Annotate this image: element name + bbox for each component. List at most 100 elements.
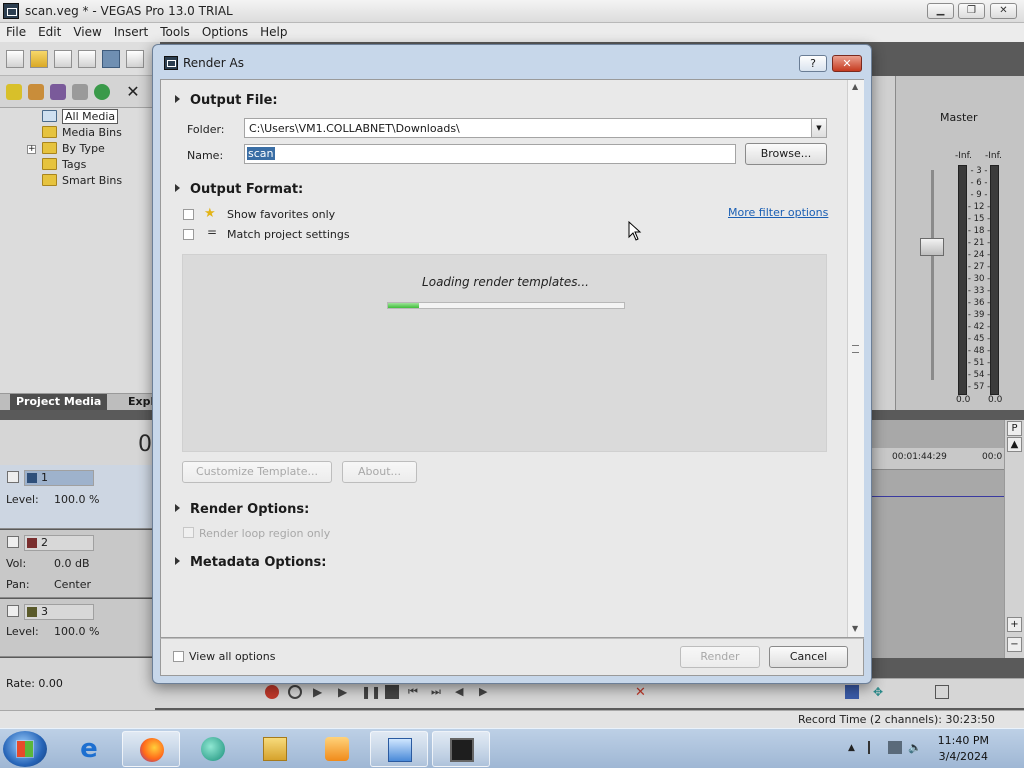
save-as-icon[interactable] (78, 50, 96, 68)
timeline-vertical-scrollbar[interactable]: P ▲ + − (1004, 420, 1024, 658)
metadata-options-section[interactable]: Metadata Options: (175, 555, 326, 570)
volume-muted-icon[interactable]: 🔈 (908, 741, 922, 754)
properties-icon[interactable] (126, 50, 144, 68)
dialog-close-button[interactable]: ✕ (832, 55, 862, 72)
go-to-start-icon[interactable]: ⏮ (408, 685, 422, 699)
zoom-in-icon[interactable]: + (1007, 617, 1022, 632)
view-all-options-checkbox[interactable] (173, 651, 184, 662)
taskbar-internet-explorer[interactable]: e (60, 731, 118, 767)
match-project-label[interactable]: Match project settings (227, 228, 350, 241)
track-vol-value[interactable]: 0.0 dB (54, 557, 90, 570)
network-icon[interactable] (888, 741, 902, 754)
timeline-ruler[interactable]: 00:01:44:29 00:0 (870, 448, 1005, 470)
loop-icon[interactable] (288, 685, 302, 699)
show-hidden-icons-icon[interactable]: ▲ (848, 743, 855, 753)
track-collapse-icon[interactable] (7, 605, 19, 617)
extract-audio-icon[interactable] (72, 84, 88, 100)
render-templates-list[interactable]: Loading render templates... (182, 254, 827, 452)
previous-frame-icon[interactable]: ◀ (455, 685, 469, 699)
tree-item-all-media[interactable]: All Media (42, 109, 119, 126)
menu-tools[interactable]: Tools (154, 23, 196, 41)
browse-button[interactable]: Browse... (745, 143, 827, 165)
open-folder-icon[interactable] (30, 50, 48, 68)
taskbar-remote-desktop[interactable] (370, 731, 428, 767)
play-icon[interactable]: ▶ (338, 685, 352, 699)
get-media-icon[interactable] (50, 84, 66, 100)
play-from-start-icon[interactable]: ▶ (313, 685, 327, 699)
output-file-section[interactable]: Output File: (175, 93, 278, 108)
record-icon[interactable] (265, 685, 279, 699)
tree-item-smart-bins[interactable]: Smart Bins (42, 174, 122, 190)
name-input[interactable]: scan (244, 144, 736, 164)
menu-help[interactable]: Help (254, 23, 293, 41)
scroll-up-arrow-icon[interactable]: ▲ (852, 82, 858, 91)
next-frame-icon[interactable]: ▶ (479, 685, 493, 699)
output-format-section[interactable]: Output Format: (175, 182, 303, 197)
render-options-section[interactable]: Render Options: (175, 502, 309, 517)
menu-file[interactable]: File (0, 23, 32, 41)
lock-icon[interactable] (935, 685, 949, 699)
taskbar-media-player[interactable] (308, 731, 366, 767)
capture-video-icon[interactable] (28, 84, 44, 100)
pause-icon[interactable]: ❚❚ (361, 685, 381, 699)
folder-dropdown-icon[interactable]: ▼ (811, 119, 826, 137)
dialog-help-button[interactable]: ? (799, 55, 827, 72)
import-media-icon[interactable] (6, 84, 22, 100)
track-pan-value[interactable]: Center (54, 578, 91, 591)
panel-splitter[interactable] (870, 76, 895, 410)
marker-icon[interactable]: P (1007, 421, 1022, 436)
start-button[interactable] (3, 731, 47, 767)
view-all-options-label[interactable]: View all options (189, 650, 275, 663)
scroll-down-arrow-icon[interactable]: ▼ (852, 624, 858, 633)
maximize-button[interactable]: ❐ (958, 3, 985, 19)
tree-item-by-type[interactable]: By Type (42, 142, 105, 158)
about-button[interactable]: About... (342, 461, 417, 483)
menu-options[interactable]: Options (196, 23, 254, 41)
track-3[interactable]: 3 Level: 100.0 % (0, 599, 155, 657)
track-1[interactable]: 1 Level: 100.0 % (0, 465, 155, 529)
tab-project-media[interactable]: Project Media (10, 394, 108, 410)
save-icon[interactable] (54, 50, 72, 68)
render-icon[interactable] (102, 50, 120, 68)
taskbar-app-teal[interactable] (184, 731, 242, 767)
remove-icon[interactable]: ✕ (125, 84, 141, 100)
customize-template-button[interactable]: Customize Template... (182, 461, 332, 483)
tree-item-media-bins[interactable]: Media Bins (42, 126, 122, 142)
menu-edit[interactable]: Edit (32, 23, 67, 41)
match-project-checkbox[interactable] (183, 229, 194, 240)
snapping-icon[interactable]: ✥ (873, 685, 887, 699)
dialog-vertical-scrollbar[interactable]: ▲ ▼ (847, 80, 864, 637)
split-icon[interactable]: ✕ (635, 685, 649, 700)
taskbar-vegas-pro[interactable] (432, 731, 490, 767)
expand-by-type-icon[interactable]: + (27, 145, 36, 154)
show-favorites-label[interactable]: Show favorites only (227, 208, 335, 221)
menu-view[interactable]: View (67, 23, 107, 41)
scroll-thumb[interactable] (852, 345, 859, 353)
taskbar-file-explorer[interactable] (246, 731, 304, 767)
new-project-icon[interactable] (6, 50, 24, 68)
show-favorites-checkbox[interactable] (183, 209, 194, 220)
track-level-value[interactable]: 100.0 % (54, 625, 99, 638)
auto-ripple-icon[interactable] (845, 685, 859, 699)
scroll-up-icon[interactable]: ▲ (1007, 437, 1022, 452)
track-collapse-icon[interactable] (7, 471, 19, 483)
minimize-button[interactable]: ▁ (927, 3, 954, 19)
taskbar-firefox[interactable] (122, 731, 180, 767)
refresh-icon[interactable] (94, 84, 110, 100)
go-to-end-icon[interactable]: ⏭ (431, 685, 445, 699)
stop-icon[interactable] (385, 685, 399, 699)
menu-insert[interactable]: Insert (108, 23, 154, 41)
render-loop-checkbox[interactable] (183, 527, 194, 538)
render-button[interactable]: Render (680, 646, 760, 668)
action-center-flag-icon[interactable] (868, 741, 880, 754)
close-button[interactable]: ✕ (990, 3, 1017, 19)
taskbar-clock[interactable]: 11:40 PM 3/4/2024 (938, 733, 989, 765)
master-fader[interactable] (920, 238, 944, 256)
track-collapse-icon[interactable] (7, 536, 19, 548)
zoom-out-icon[interactable]: − (1007, 637, 1022, 652)
more-filter-options-link[interactable]: More filter options (728, 206, 828, 219)
track-level-value[interactable]: 100.0 % (54, 493, 99, 506)
cancel-button[interactable]: Cancel (769, 646, 848, 668)
tree-item-tags[interactable]: Tags (42, 158, 86, 174)
folder-combobox[interactable]: C:\Users\VM1.COLLABNET\Downloads\ ▼ (244, 118, 827, 138)
